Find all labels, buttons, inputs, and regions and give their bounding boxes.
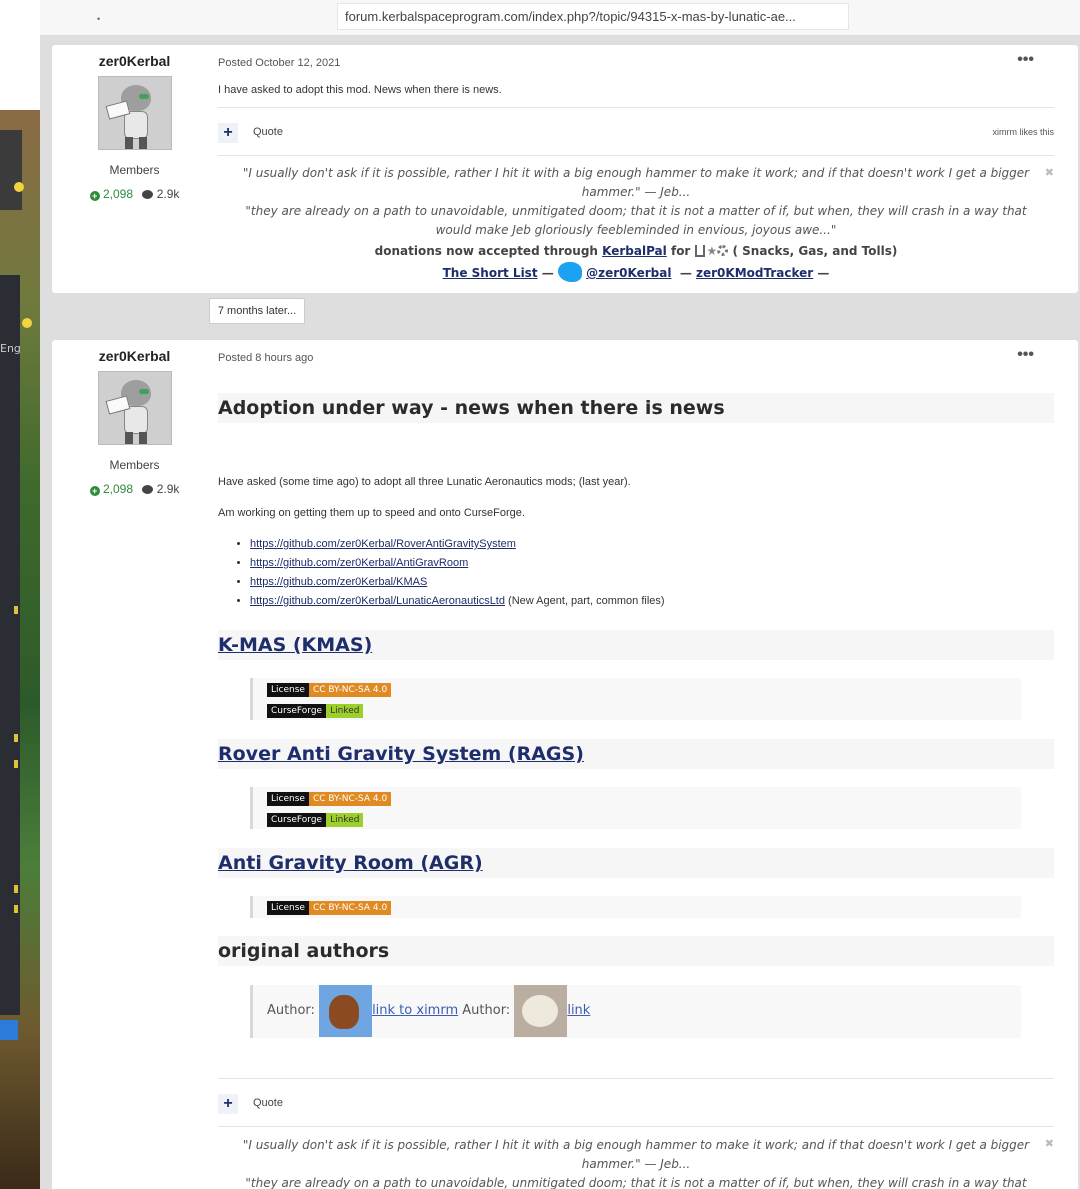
reputation-icon: + (89, 486, 100, 496)
reputation-count: 2,098 (102, 187, 133, 201)
donation-line: donations now accepted through KerbalPal… (218, 240, 1054, 262)
address-bar[interactable]: forum.kerbalspaceprogram.com/index.php?/… (337, 3, 849, 30)
list-item: https://github.com/zer0Kerbal/AntiGravRo… (250, 554, 665, 573)
signature-links: The Short List — @zer0Kerbal — zer0KModT… (218, 262, 1054, 284)
repo-link[interactable]: https://github.com/zer0Kerbal/KMAS (250, 576, 427, 588)
quote-button[interactable]: Quote (253, 1097, 283, 1109)
react-plus-icon[interactable]: + (218, 1094, 238, 1114)
member-group: Members (109, 163, 160, 177)
section-heading: K-MAS (KMAS) (218, 630, 1054, 660)
repo-link-list: https://github.com/zer0Kerbal/RoverAntiG… (250, 535, 665, 611)
gear-icon (717, 245, 729, 256)
ximrm-link[interactable]: link to ximrm (372, 1003, 458, 1018)
author-panel: zer0Kerbal Members + 2,098 2.9k (52, 340, 217, 496)
post-count: 2.9k (156, 187, 180, 201)
list-item: https://github.com/zer0Kerbal/LunaticAer… (250, 592, 665, 611)
post-body: I have asked to adopt this mod. News whe… (218, 84, 502, 96)
cat-avatar[interactable] (514, 985, 568, 1037)
twitter-link[interactable]: @zer0Kerbal (586, 266, 671, 280)
desktop-background: Eng (0, 0, 40, 1189)
license-badge[interactable]: License CC BY-NC-SA 4.0 (267, 901, 392, 915)
browser-dot-icon: • (97, 14, 101, 24)
comment-icon (142, 485, 154, 494)
badge-block: License CC BY-NC-SA 4.0 CurseForge Linked (250, 678, 1021, 720)
section-heading: Anti Gravity Room (AGR) (218, 848, 1054, 878)
member-stats: + 2,098 2.9k (52, 482, 217, 496)
curseforge-badge[interactable]: CurseForge Linked (267, 704, 364, 718)
author-credits: Author: link to ximrm Author: link (267, 985, 590, 1037)
short-list-link[interactable]: The Short List (443, 266, 538, 280)
kerbalpal-link[interactable]: KerbalPal (602, 244, 667, 258)
badge-block: License CC BY-NC-SA 4.0 (250, 896, 1021, 918)
kangaroo-avatar[interactable] (319, 985, 373, 1037)
member-stats: + 2,098 2.9k (52, 187, 217, 201)
section-heading: Rover Anti Gravity System (RAGS) (218, 739, 1054, 769)
signature: ✖ "I usually don't ask if it is possible… (218, 1126, 1054, 1189)
signature-quote-2: "they are already on a path to unavoidab… (245, 1176, 1027, 1189)
license-badge[interactable]: License CC BY-NC-SA 4.0 (267, 792, 392, 806)
post-actions: + Quote (218, 1078, 1054, 1125)
react-plus-icon[interactable]: + (218, 123, 238, 143)
forum-post: zer0Kerbal Members + 2,098 2.9k Posted 8… (52, 340, 1078, 1189)
section-link[interactable]: Rover Anti Gravity System (RAGS) (218, 743, 584, 765)
curseforge-badge[interactable]: CurseForge Linked (267, 813, 364, 827)
forum-post: zer0Kerbal Members + 2,098 2.9k Posted O… (52, 45, 1078, 293)
author-link[interactable]: link (567, 1003, 590, 1018)
twitter-icon[interactable] (557, 262, 582, 282)
hide-signature-icon[interactable]: ✖ (1045, 166, 1054, 179)
section-link[interactable]: Anti Gravity Room (AGR) (218, 852, 483, 874)
reputation-count: 2,098 (102, 482, 133, 496)
list-item: https://github.com/zer0Kerbal/KMAS (250, 573, 665, 592)
list-item: https://github.com/zer0Kerbal/RoverAntiG… (250, 535, 665, 554)
hide-signature-icon[interactable]: ✖ (1045, 1137, 1054, 1150)
modtracker-link[interactable]: zer0KModTracker (696, 266, 813, 280)
section-heading: original authors (218, 936, 1054, 966)
language-indicator: Eng (0, 342, 21, 355)
more-options-icon[interactable]: ••• (1017, 51, 1034, 69)
taskbar-button[interactable] (0, 1020, 18, 1040)
post-date[interactable]: Posted October 12, 2021 (218, 57, 1054, 69)
signature: ✖ "I usually don't ask if it is possible… (218, 155, 1054, 284)
repo-link[interactable]: https://github.com/zer0Kerbal/AntiGravRo… (250, 557, 468, 569)
post-paragraph: Am working on getting them up to speed a… (218, 507, 525, 519)
author-panel: zer0Kerbal Members + 2,098 2.9k (52, 45, 217, 201)
author-name[interactable]: zer0Kerbal (52, 53, 217, 69)
likes-text[interactable]: ximrm likes this (992, 127, 1054, 137)
signature-quote-1: "I usually don't ask if it is possible, … (242, 166, 1030, 199)
section-link[interactable]: K-MAS (KMAS) (218, 634, 372, 656)
post-heading: Adoption under way - news when there is … (218, 393, 1054, 423)
post-actions: + Quote ximrm likes this (218, 107, 1054, 154)
post-count: 2.9k (156, 482, 180, 496)
repo-link[interactable]: https://github.com/zer0Kerbal/RoverAntiG… (250, 538, 516, 550)
post-date[interactable]: Posted 8 hours ago (218, 352, 1054, 364)
member-group: Members (109, 458, 160, 472)
avatar[interactable] (97, 371, 172, 445)
quote-button[interactable]: Quote (253, 126, 283, 138)
trophy-icon (694, 245, 705, 257)
license-badge[interactable]: License CC BY-NC-SA 4.0 (267, 683, 392, 697)
badge-block: License CC BY-NC-SA 4.0 CurseForge Linked (250, 787, 1021, 829)
author-name[interactable]: zer0Kerbal (52, 348, 217, 364)
browser-toolbar: • forum.kerbalspaceprogram.com/index.php… (40, 0, 1080, 36)
authors-block: Author: link to ximrm Author: link (250, 985, 1021, 1038)
signature-quote-2: "they are already on a path to unavoidab… (245, 204, 1027, 237)
star-icon: ★ (706, 244, 718, 258)
repo-link[interactable]: https://github.com/zer0Kerbal/LunaticAer… (250, 595, 505, 607)
post-paragraph: Have asked (some time ago) to adopt all … (218, 476, 631, 488)
signature-quote-1: "I usually don't ask if it is possible, … (242, 1138, 1030, 1171)
comment-icon (142, 190, 154, 199)
reputation-icon: + (89, 191, 100, 201)
more-options-icon[interactable]: ••• (1017, 346, 1034, 364)
time-gap-marker: 7 months later... (209, 298, 305, 324)
avatar[interactable] (97, 76, 172, 150)
